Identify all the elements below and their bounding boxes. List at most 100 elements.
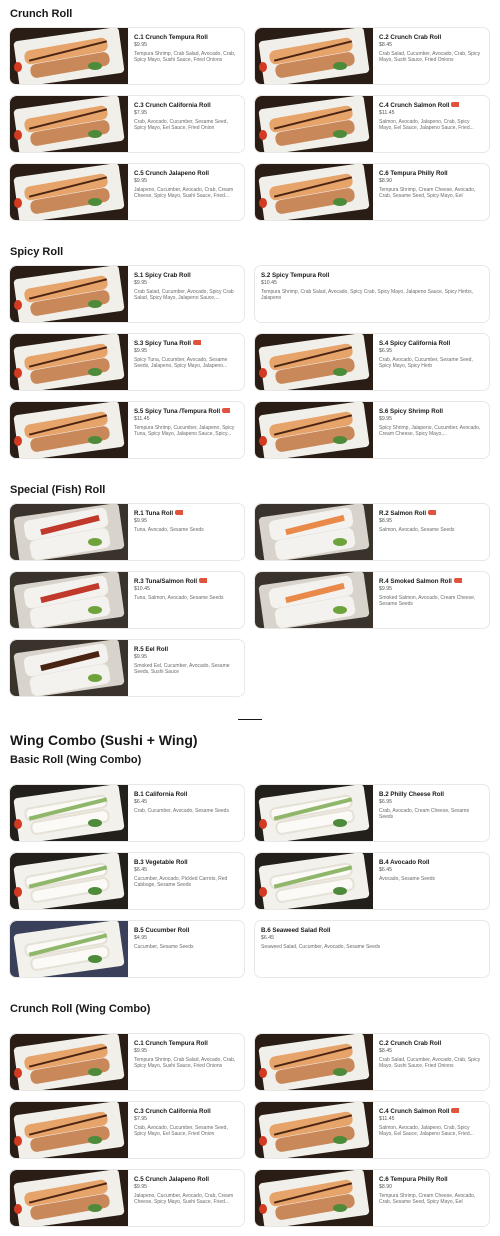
item-price: $6.95 — [379, 799, 392, 805]
menu-item-card[interactable]: B.6 Seaweed Salad Roll $6.45 Seaweed Salad… — [254, 920, 490, 978]
menu-item-card[interactable]: S.5 Spicy Tuna /Tempura Roll $11.45 Tempur… — [9, 401, 245, 459]
item-price: $6.45 — [379, 867, 392, 873]
item-description: Crab, Avocado, Cucumber, Sesame Seed, Sp… — [379, 357, 473, 370]
item-description: Crab, Avocado, Cucumber, Sesame Seed, Sp… — [134, 119, 228, 132]
menu-item-card[interactable]: B.4 Avocado Roll $6.45 Avocado, Sesame See… — [254, 852, 490, 910]
menu-item-card[interactable]: S.4 Spicy California Roll $6.95 Crab, Avoc… — [254, 333, 490, 391]
item-description: Crab Salad, Cucumber, Avocado, Crab, Spi… — [379, 51, 481, 64]
item-description: Tuna, Salmon, Avocado, Sesame Seeds — [134, 595, 224, 601]
item-description: Cucumber, Avocado, Pickled Carrots, Red … — [134, 876, 228, 889]
section-divider — [238, 719, 262, 720]
item-photo — [10, 402, 128, 458]
item-price: $8.45 — [379, 42, 392, 48]
item-description: Smoked Eel, Cucumber, Avocado, Sesame Se… — [134, 663, 230, 676]
menu-item-card[interactable]: B.2 Philly Cheese Roll $6.95 Crab, Avocado… — [254, 784, 490, 842]
item-photo — [10, 1170, 128, 1226]
menu-item-card[interactable]: S.2 Spicy Tempura Roll $10.45 Tempura Shri… — [254, 265, 490, 323]
item-price: $9.95 — [134, 518, 147, 524]
item-description: Salmon, Avocado, Jalapeno, Crab, Spicy M… — [379, 1125, 474, 1138]
item-price: $10.45 — [261, 280, 277, 286]
item-name: R.1 Tuna Roll — [134, 510, 236, 518]
menu-item-card[interactable]: C.2 Crunch Crab Roll $8.45 Crab Salad, Cuc… — [254, 1033, 490, 1091]
item-price: $9.95 — [134, 42, 147, 48]
item-photo — [10, 334, 128, 390]
item-photo — [255, 504, 373, 560]
item-name: C.5 Crunch Jalapeno Roll — [134, 170, 209, 177]
item-name: R.4 Smoked Salmon Roll — [379, 578, 481, 586]
menu-item-card[interactable]: C.3 Crunch California Roll $7.95 Crab, Avo… — [9, 1101, 245, 1159]
item-description: Tempura Shrimp, Cream Cheese, Avocado, C… — [379, 1193, 476, 1206]
raw-fish-icon — [453, 578, 462, 583]
item-photo — [255, 164, 373, 220]
item-price: $6.95 — [379, 348, 392, 354]
item-name: C.3 Crunch California Roll — [134, 1108, 211, 1115]
item-photo — [255, 1034, 373, 1090]
item-description: Crab Salad, Cucumber, Avocado, Spicy Cra… — [134, 289, 234, 302]
menu-item-card[interactable]: C.4 Crunch Salmon Roll $11.45 Salmon, Avoc… — [254, 1101, 490, 1159]
item-price: $7.95 — [134, 110, 147, 116]
section-title-crunch-roll: Crunch Roll — [10, 8, 73, 20]
item-description: Tempura Shrimp, Cucumber, Jalapeno, Spic… — [134, 425, 235, 438]
menu-item-card[interactable]: B.5 Cucumber Roll $4.95 Cucumber, Sesame S… — [9, 920, 245, 978]
item-name: B.6 Seaweed Salad Roll — [261, 927, 331, 934]
item-description: Tempura Shrimp, Cream Cheese, Avocado, C… — [379, 187, 476, 200]
item-name: B.2 Philly Cheese Roll — [379, 791, 444, 798]
item-description: Jalapeno, Cucumber, Avocado, Crab, Cream… — [134, 187, 234, 200]
menu-item-card[interactable]: C.4 Crunch Salmon Roll $11.45 Salmon, Avoc… — [254, 95, 490, 153]
item-name: C.4 Crunch Salmon Roll — [379, 102, 481, 110]
raw-fish-icon — [199, 578, 208, 583]
item-name: B.3 Vegetable Roll — [134, 859, 188, 866]
item-name: S.2 Spicy Tempura Roll — [261, 272, 330, 279]
item-photo — [10, 640, 128, 696]
item-name: S.6 Spicy Shrimp Roll — [379, 408, 443, 415]
item-description: Smoked Salmon, Avocado, Cream Cheese, Se… — [379, 595, 476, 608]
item-photo — [255, 853, 373, 909]
item-description: Salmon, Avocado, Sesame Seeds — [379, 527, 455, 533]
item-description: Crab, Avocado, Cream Cheese, Sesame Seed… — [379, 808, 470, 821]
item-name: C.4 Crunch Salmon Roll — [379, 1108, 481, 1116]
item-name: C.2 Crunch Crab Roll — [379, 1040, 442, 1047]
item-description: Crab Salad, Cucumber, Avocado, Crab, Spi… — [379, 1057, 481, 1070]
item-price: $6.45 — [261, 935, 274, 941]
item-name: C.2 Crunch Crab Roll — [379, 34, 442, 41]
raw-fish-icon — [451, 102, 460, 107]
item-photo — [10, 1102, 128, 1158]
item-price: $9.95 — [134, 654, 147, 660]
item-description: Spicy Shrimp, Jalapeno, Cucumber, Avocad… — [379, 425, 481, 438]
item-description: Spicy Tuna, Cucumber, Avocado, Sesame Se… — [134, 357, 228, 370]
menu-item-card[interactable]: B.3 Vegetable Roll $6.45 Cucumber, Avocado… — [9, 852, 245, 910]
menu-item-card[interactable]: R.1 Tuna Roll $9.95 Tuna, Avocado, Sesame … — [9, 503, 245, 561]
menu-item-card[interactable]: C.1 Crunch Tempura Roll $9.95 Tempura Shri… — [9, 27, 245, 85]
item-name: S.4 Spicy California Roll — [379, 340, 451, 347]
menu-item-card[interactable]: S.3 Spicy Tuna Roll $9.95 Spicy Tuna, Cucu… — [9, 333, 245, 391]
menu-item-card[interactable]: C.5 Crunch Jalapeno Roll $9.95 Jalapeno, C… — [9, 1169, 245, 1227]
menu-item-card[interactable]: S.6 Spicy Shrimp Roll $9.95 Spicy Shrimp, … — [254, 401, 490, 459]
item-name: S.1 Spicy Crab Roll — [134, 272, 191, 279]
menu-item-card[interactable]: R.4 Smoked Salmon Roll $9.95 Smoked Salmon… — [254, 571, 490, 629]
menu-item-card[interactable]: R.2 Salmon Roll $8.95 Salmon, Avocado, Ses… — [254, 503, 490, 561]
menu-item-card[interactable]: C.3 Crunch California Roll $7.95 Crab, Avo… — [9, 95, 245, 153]
item-name: R.2 Salmon Roll — [379, 510, 481, 518]
item-price: $4.95 — [134, 935, 147, 941]
item-name: C.6 Tempura Philly Roll — [379, 170, 448, 177]
item-photo — [255, 1170, 373, 1226]
item-description: Avocado, Sesame Seeds — [379, 876, 436, 882]
menu-item-card[interactable]: C.6 Tempura Philly Roll $8.90 Tempura Shri… — [254, 163, 490, 221]
menu-item-card[interactable]: R.3 Tuna/Salmon Roll $10.45 Tuna, Salmon, … — [9, 571, 245, 629]
item-price: $8.45 — [379, 1048, 392, 1054]
item-photo — [255, 572, 373, 628]
item-photo — [10, 28, 128, 84]
menu-item-card[interactable]: C.1 Crunch Tempura Roll $9.95 Tempura Shri… — [9, 1033, 245, 1091]
menu-item-card[interactable]: S.1 Spicy Crab Roll $9.95 Crab Salad, Cucu… — [9, 265, 245, 323]
raw-fish-icon — [192, 340, 201, 345]
item-name: B.1 California Roll — [134, 791, 188, 798]
menu-item-card[interactable]: R.5 Eel Roll $9.95 Smoked Eel, Cucumber, A… — [9, 639, 245, 697]
raw-fish-icon — [451, 1108, 460, 1113]
item-photo — [255, 28, 373, 84]
menu-item-card[interactable]: C.5 Crunch Jalapeno Roll $9.95 Jalapeno, C… — [9, 163, 245, 221]
menu-item-card[interactable]: B.1 California Roll $6.45 Crab, Cucumber, … — [9, 784, 245, 842]
menu-item-card[interactable]: C.2 Crunch Crab Roll $8.45 Crab Salad, Cuc… — [254, 27, 490, 85]
item-photo — [255, 1102, 373, 1158]
menu-item-card[interactable]: C.6 Tempura Philly Roll $8.90 Tempura Shri… — [254, 1169, 490, 1227]
item-description: Jalapeno, Cucumber, Avocado, Crab, Cream… — [134, 1193, 234, 1206]
